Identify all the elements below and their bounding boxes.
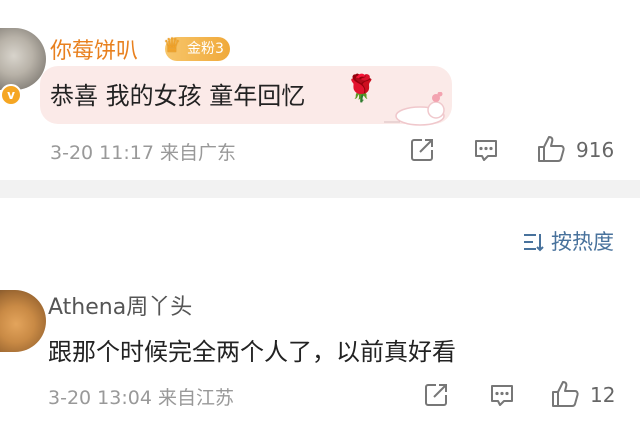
sort-icon: [524, 234, 544, 252]
like-count: 12: [590, 383, 616, 407]
crown-icon: ♛: [163, 33, 181, 57]
thumbs-up-icon: [552, 381, 579, 407]
comment-meta: 3-20 13:04 来自江苏: [48, 383, 234, 410]
comment-icon: [491, 385, 513, 406]
verified-badge-icon: v: [0, 84, 22, 106]
comment-text: 恭喜 我的女孩 童年回忆: [50, 82, 306, 110]
avatar[interactable]: [0, 28, 46, 90]
like-button[interactable]: [536, 134, 566, 164]
comment-text: 跟那个时候完全两个人了，以前真好看: [48, 338, 456, 366]
fan-level-badge[interactable]: ♛ 金粉3: [163, 33, 230, 61]
comment-username[interactable]: Athena周丫头: [48, 289, 192, 321]
reply-button[interactable]: [488, 381, 516, 409]
comment-location: 来自江苏: [157, 387, 234, 409]
thumbs-up-icon: [538, 136, 565, 162]
section-divider: [0, 180, 640, 198]
avatar[interactable]: [0, 290, 46, 352]
comment-item: v 你莓饼叭 ♛ 金粉3 恭喜 我的女孩 童年回忆 🌹 3-20 11:17 来…: [0, 0, 640, 180]
rose-icon: 🌹: [345, 74, 378, 104]
share-icon: [411, 139, 433, 161]
sort-by-hot-button[interactable]: 按热度: [523, 226, 614, 256]
fan-badge-label: 金粉3: [187, 41, 224, 57]
share-button[interactable]: [408, 136, 436, 164]
cat-decoration-icon: [384, 92, 445, 126]
like-count: 916: [576, 138, 615, 162]
comment-time: 3-20 13:04: [48, 387, 152, 409]
share-icon: [425, 384, 447, 406]
like-button[interactable]: [550, 379, 580, 409]
comment-icon: [475, 140, 497, 161]
comment-time: 3-20 11:17: [50, 142, 154, 164]
reply-button[interactable]: [472, 136, 500, 164]
sort-label: 按热度: [551, 230, 614, 254]
comment-username[interactable]: 你莓饼叭: [50, 33, 138, 65]
comment-location: 来自广东: [159, 142, 236, 164]
share-button[interactable]: [422, 381, 450, 409]
comment-meta: 3-20 11:17 来自广东: [50, 138, 236, 165]
